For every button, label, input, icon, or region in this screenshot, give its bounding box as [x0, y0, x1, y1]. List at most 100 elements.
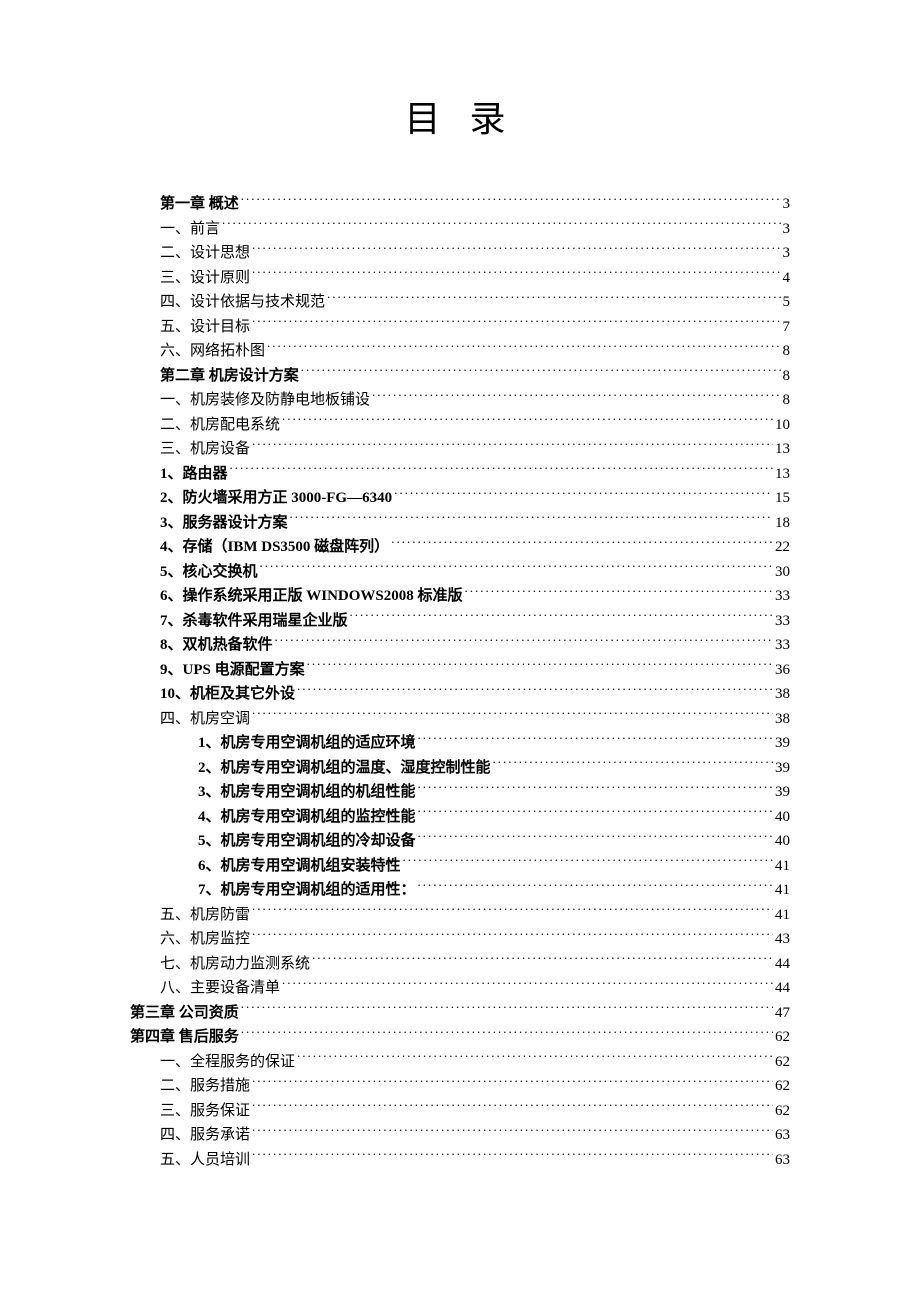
toc-entry-page: 10 [775, 413, 790, 438]
toc-entry-label: 4、存储（IBM DS3500 磁盘阵列） [160, 535, 389, 560]
toc-entry-label: 三、设计原则 [160, 266, 250, 291]
toc-leader-dots [418, 781, 773, 796]
toc-leader-dots [252, 1075, 773, 1090]
toc-entry-page: 30 [775, 560, 790, 585]
toc-entry-label: 第三章 公司资质 [130, 1001, 239, 1026]
toc-entry-label: 10、机柜及其它外设 [160, 682, 295, 707]
toc-entry-page: 18 [775, 511, 790, 536]
toc-entry-page: 13 [775, 462, 790, 487]
toc-entry-label: 七、机房动力监测系统 [160, 952, 310, 977]
toc-entry-label: 六、机房监控 [160, 927, 250, 952]
toc-entry-page: 62 [775, 1099, 790, 1124]
toc-leader-dots [252, 1100, 773, 1115]
toc-leader-dots [252, 242, 780, 257]
toc-leader-dots [282, 414, 773, 429]
toc-entry-page: 3 [783, 217, 791, 242]
toc-entry-page: 62 [775, 1025, 790, 1050]
toc-entry-page: 8 [783, 364, 791, 389]
toc-entry-page: 41 [775, 854, 790, 879]
toc-entry-page: 7 [783, 315, 791, 340]
toc-entry-label: 第二章 机房设计方案 [160, 364, 299, 389]
toc-entry-page: 63 [775, 1123, 790, 1148]
toc-entry-page: 44 [775, 952, 790, 977]
toc-leader-dots [252, 904, 773, 919]
toc-entry-page: 62 [775, 1074, 790, 1099]
toc-entry: 第一章 概述 3 [130, 192, 790, 217]
toc-entry: 7、机房专用空调机组的适用性： 41 [130, 878, 790, 903]
toc-entry: 二、设计思想 3 [130, 241, 790, 266]
toc-entry: 第三章 公司资质 47 [130, 1001, 790, 1026]
toc-leader-dots [418, 879, 773, 894]
toc-entry: 四、设计依据与技术规范5 [130, 290, 790, 315]
toc-entry-label: 2、机房专用空调机组的温度、湿度控制性能 [198, 756, 491, 781]
toc-entry-page: 38 [775, 707, 790, 732]
toc-entry: 第二章 机房设计方案 8 [130, 364, 790, 389]
toc-leader-dots [297, 1051, 773, 1066]
toc-leader-dots [252, 267, 780, 282]
toc-entry-page: 40 [775, 805, 790, 830]
toc-entry: 1、机房专用空调机组的适应环境39 [130, 731, 790, 756]
toc-entry-label: 四、机房空调 [160, 707, 250, 732]
toc-leader-dots [297, 683, 773, 698]
toc-leader-dots [252, 928, 773, 943]
toc-entry: 一、机房装修及防静电地板铺设8 [130, 388, 790, 413]
toc-leader-dots [252, 316, 780, 331]
toc-entry-label: 1、机房专用空调机组的适应环境 [198, 731, 416, 756]
toc-entry-page: 15 [775, 486, 790, 511]
toc-entry: 四、服务承诺 63 [130, 1123, 790, 1148]
toc-entry-page: 3 [783, 241, 791, 266]
toc-leader-dots [260, 561, 773, 576]
toc-entry-page: 33 [775, 584, 790, 609]
toc-entry-label: 7、机房专用空调机组的适用性： [198, 878, 416, 903]
toc-entry-page: 39 [775, 780, 790, 805]
toc-entry: 一、全程服务的保证62 [130, 1050, 790, 1075]
toc-entry-page: 47 [775, 1001, 790, 1026]
toc-entry-page: 4 [783, 266, 791, 291]
toc-entry: 2、机房专用空调机组的温度、湿度控制性能 39 [130, 756, 790, 781]
toc-entry-label: 第一章 概述 [160, 192, 239, 217]
toc-entry: 五、人员培训 63 [130, 1148, 790, 1173]
toc-entry-label: 六、网络拓朴图 [160, 339, 265, 364]
toc-entry-label: 二、设计思想 [160, 241, 250, 266]
toc-entry: 三、设计原则 4 [130, 266, 790, 291]
toc-leader-dots [282, 977, 773, 992]
toc-entry-label: 五、设计目标 [160, 315, 250, 340]
toc-leader-dots [493, 757, 773, 772]
toc-entry-label: 1、路由器 [160, 462, 228, 487]
toc-entry: 六、网络拓朴图8 [130, 339, 790, 364]
toc-entry-label: 第四章 售后服务 [130, 1025, 239, 1050]
toc-entry-label: 8、双机热备软件 [160, 633, 273, 658]
toc-leader-dots [372, 389, 780, 404]
toc-entry-label: 一、前言 [160, 217, 220, 242]
toc-leader-dots [252, 1124, 773, 1139]
toc-entry: 八、主要设备清单44 [130, 976, 790, 1001]
toc-entry-page: 63 [775, 1148, 790, 1173]
toc-entry-label: 四、服务承诺 [160, 1123, 250, 1148]
toc-entry-page: 38 [775, 682, 790, 707]
toc-entry-label: 二、服务措施 [160, 1074, 250, 1099]
toc-entry: 6、操作系统采用正版 WINDOWS2008 标准版33 [130, 584, 790, 609]
toc-entry: 二、机房配电系统 10 [130, 413, 790, 438]
toc-leader-dots [230, 463, 773, 478]
toc-entry-label: 6、机房专用空调机组安装特性 [198, 854, 401, 879]
toc-entry-label: 7、杀毒软件采用瑞星企业版 [160, 609, 348, 634]
toc-entry-label: 三、机房设备 [160, 437, 250, 462]
toc-leader-dots [403, 855, 773, 870]
toc-entry: 4、机房专用空调机组的监控性能40 [130, 805, 790, 830]
toc-entry-label: 二、机房配电系统 [160, 413, 280, 438]
toc-entry: 7、杀毒软件采用瑞星企业版33 [130, 609, 790, 634]
toc-leader-dots [418, 830, 773, 845]
toc-entry-page: 22 [775, 535, 790, 560]
toc-entry: 4、存储（IBM DS3500 磁盘阵列） 22 [130, 535, 790, 560]
toc-entry-page: 41 [775, 878, 790, 903]
toc-entry: 5、核心交换机30 [130, 560, 790, 585]
toc-entry-page: 39 [775, 756, 790, 781]
toc-leader-dots [418, 806, 773, 821]
toc-leader-dots [418, 732, 773, 747]
toc-entry-label: 2、防火墙采用方正 3000-FG—6340 [160, 486, 392, 511]
toc-entry-page: 5 [783, 290, 791, 315]
toc-entry: 五、机房防雷41 [130, 903, 790, 928]
toc-entry-label: 五、人员培训 [160, 1148, 250, 1173]
toc-leader-dots [327, 291, 780, 306]
toc-entry-page: 3 [783, 192, 791, 217]
